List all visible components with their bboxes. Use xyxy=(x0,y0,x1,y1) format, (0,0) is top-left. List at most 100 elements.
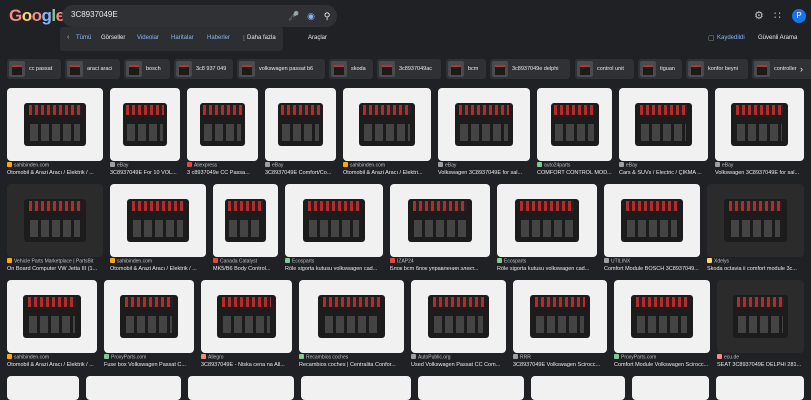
result-thumbnail[interactable] xyxy=(201,280,292,353)
result-source[interactable]: Allegro xyxy=(201,354,292,361)
result-thumbnail[interactable] xyxy=(614,280,710,353)
result-thumbnail[interactable] xyxy=(513,280,607,353)
result-source[interactable]: IZAP24 xyxy=(390,258,490,265)
image-result[interactable]: AutoPublic.org Used Volkswagen Passat CC… xyxy=(411,280,506,370)
image-result[interactable]: auto24parts COMFORT CONTROL MOD... xyxy=(537,88,612,178)
tab-all[interactable]: Tümü xyxy=(76,35,91,41)
result-title[interactable]: COMFORT CONTROL MOD... xyxy=(537,170,612,176)
result-source[interactable]: UTILINX xyxy=(604,258,700,265)
result-source[interactable]: Ecosparts xyxy=(285,258,383,265)
bookmark-icon[interactable]: ▢ xyxy=(708,34,715,42)
result-thumbnail[interactable] xyxy=(7,280,97,353)
image-result[interactable]: Vehicle Parts Marketplace | PartsBit On … xyxy=(7,184,103,274)
result-title[interactable]: Used Volkswagen Passat CC Com... xyxy=(411,362,506,368)
image-result[interactable]: sahibinden.com Otomobil & Arazi Aracı / … xyxy=(110,184,206,274)
chip[interactable]: tiguan xyxy=(638,59,682,79)
result-title[interactable]: 3C8937049E Volkswagen Scirocc... xyxy=(513,362,607,368)
result-thumbnail[interactable] xyxy=(7,184,103,257)
image-result[interactable]: Allegro 3C8937049E - Niska cena na All..… xyxy=(201,280,292,370)
result-thumbnail[interactable] xyxy=(104,280,194,353)
result-source[interactable]: eBay xyxy=(438,162,530,169)
image-result[interactable] xyxy=(188,376,294,400)
apps-grid-icon[interactable]: ∷ xyxy=(774,9,781,22)
result-title[interactable]: MK5/B6 Body Control... xyxy=(213,266,278,272)
chip[interactable]: 3c8937049ac xyxy=(377,59,441,79)
result-source[interactable]: Xdelys xyxy=(707,258,804,265)
image-result[interactable]: Ecosparts Röle sigorta kutusu volkswagen… xyxy=(497,184,597,274)
result-source[interactable]: Vehicle Parts Marketplace | PartsBit xyxy=(7,258,103,265)
image-result[interactable]: ProxyParts.com Fuse box Volkswagen Passa… xyxy=(104,280,194,370)
tools-button[interactable]: Araçlar xyxy=(308,35,327,41)
chip[interactable]: skoda xyxy=(329,59,373,79)
result-title[interactable]: Comfort Module Volkswagen Scirocc... xyxy=(614,362,710,368)
chip[interactable]: konfor beyni xyxy=(686,59,748,79)
result-thumbnail[interactable] xyxy=(265,88,336,161)
saved-link[interactable]: Kaydedildi xyxy=(717,35,745,41)
image-result[interactable]: eBay Volkswagen 3C8937049E for sal... xyxy=(715,88,804,178)
result-thumbnail[interactable] xyxy=(187,88,258,161)
result-title[interactable]: Volkswagen 3C8937049E for sal... xyxy=(715,170,804,176)
result-source[interactable]: eBay xyxy=(715,162,804,169)
result-thumbnail[interactable] xyxy=(716,376,804,400)
avatar[interactable]: P xyxy=(792,9,806,23)
result-source[interactable]: Canada Catalyst xyxy=(213,258,278,265)
image-result[interactable]: RRR 3C8937049E Volkswagen Scirocc... xyxy=(513,280,607,370)
result-thumbnail[interactable] xyxy=(531,376,625,400)
image-result[interactable]: ecu.de SEAT 3C8937049E DELPHI 281... xyxy=(717,280,804,370)
chip[interactable]: volkswagen passat b6 xyxy=(237,59,325,79)
chip[interactable]: araci araci xyxy=(65,59,120,79)
safesearch-button[interactable]: Güvenli Arama xyxy=(758,35,797,41)
result-title[interactable]: Otomobil & Arazi Aracı / Elektrik / ... xyxy=(7,362,97,368)
image-result[interactable]: Aliexpress 3 c8937049e CC Passa... xyxy=(187,88,258,178)
result-thumbnail[interactable] xyxy=(715,88,804,161)
image-result[interactable]: UTILINX Comfort Module BOSCH 3C8937049..… xyxy=(604,184,700,274)
image-result[interactable]: IZAP24 Блок bcm блок управления элект... xyxy=(390,184,490,274)
image-result[interactable] xyxy=(7,376,79,400)
result-thumbnail[interactable] xyxy=(717,280,804,353)
chevron-right-icon[interactable]: › xyxy=(800,64,803,74)
image-result[interactable]: ProxyParts.com Comfort Module Volkswagen… xyxy=(614,280,710,370)
image-result[interactable]: Ecosparts Röle sigorta kutusu volkswagen… xyxy=(285,184,383,274)
result-source[interactable]: sahibinden.com xyxy=(110,258,206,265)
result-title[interactable]: Fuse box Volkswagen Passat C... xyxy=(104,362,194,368)
result-title[interactable]: Cars & SUVs / Electric / ÇIKMA ... xyxy=(619,170,708,176)
result-source[interactable]: ProxyParts.com xyxy=(104,354,194,361)
result-title[interactable]: Volkswagen 3C8937049E for sal... xyxy=(438,170,530,176)
image-result[interactable]: Recambios coches Recambios coches | Cent… xyxy=(299,280,404,370)
result-thumbnail[interactable] xyxy=(390,184,490,257)
result-thumbnail[interactable] xyxy=(707,184,804,257)
image-result[interactable] xyxy=(301,376,411,400)
result-thumbnail[interactable] xyxy=(411,280,506,353)
result-source[interactable]: RRR xyxy=(513,354,607,361)
result-title[interactable]: Блок bcm блок управления элект... xyxy=(390,266,490,272)
image-result[interactable]: sahibinden.com Otomobil & Arazi Aracı / … xyxy=(7,280,97,370)
image-result[interactable] xyxy=(531,376,625,400)
gear-icon[interactable]: ⚙ xyxy=(754,9,764,22)
search-box[interactable]: 3C8937049E 🎤 ◉ ⚲ xyxy=(62,5,337,27)
tab-more[interactable]: Daha fazla xyxy=(247,35,276,41)
image-result[interactable]: eBay Volkswagen 3C8937049E for sal... xyxy=(438,88,530,178)
result-title[interactable]: 3C8937049E For 10 VOL... xyxy=(110,170,180,176)
result-thumbnail[interactable] xyxy=(301,376,411,400)
result-source[interactable]: sahibinden.com xyxy=(343,162,431,169)
result-thumbnail[interactable] xyxy=(632,376,709,400)
tab-maps[interactable]: Haritalar xyxy=(171,35,194,41)
result-title[interactable]: Otomobil & Arazi Aracı / Elektrik / ... xyxy=(110,266,206,272)
lens-icon[interactable]: ◉ xyxy=(305,10,317,22)
result-thumbnail[interactable] xyxy=(604,184,700,257)
image-result[interactable]: Xdelys Skoda octavia ii comfort module 3… xyxy=(707,184,804,274)
result-thumbnail[interactable] xyxy=(188,376,294,400)
image-result[interactable] xyxy=(716,376,804,400)
image-result[interactable]: Canada Catalyst MK5/B6 Body Control... xyxy=(213,184,278,274)
result-source[interactable]: Recambios coches xyxy=(299,354,404,361)
result-title[interactable]: 3C8937049E Comfort/Co... xyxy=(265,170,336,176)
result-source[interactable]: ProxyParts.com xyxy=(614,354,710,361)
result-title[interactable]: Comfort Module BOSCH 3C8937049... xyxy=(604,266,700,272)
microphone-icon[interactable]: 🎤 xyxy=(288,10,300,22)
chip[interactable]: control unit xyxy=(575,59,634,79)
search-input[interactable]: 3C8937049E xyxy=(71,10,118,19)
result-title[interactable]: Otomobil & Arazi Aracı / Elektrik / ... xyxy=(7,170,103,176)
result-source[interactable]: eBay xyxy=(619,162,708,169)
result-source[interactable]: Aliexpress xyxy=(187,162,258,169)
result-title[interactable]: SEAT 3C8937049E DELPHI 281... xyxy=(717,362,804,368)
